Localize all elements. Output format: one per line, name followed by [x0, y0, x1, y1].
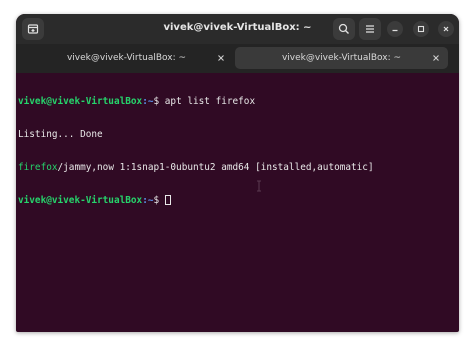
- tab-close-button[interactable]: [430, 52, 442, 64]
- close-button[interactable]: [438, 21, 454, 37]
- prompt-symbol: $: [153, 96, 165, 107]
- prompt-line: vivek@vivek-VirtualBox:~$: [18, 195, 456, 206]
- menu-button[interactable]: [359, 18, 381, 40]
- tab-2[interactable]: vivek@vivek-VirtualBox: ~: [235, 47, 448, 69]
- prompt-path: :~: [142, 195, 154, 206]
- prompt-user: vivek@vivek-VirtualBox: [18, 195, 143, 206]
- package-line: firefox/jammy,now 1:1snap1-0ubuntu2 amd6…: [18, 162, 456, 173]
- close-icon: [443, 26, 449, 32]
- text-cursor: [164, 195, 171, 205]
- tab-1[interactable]: vivek@vivek-VirtualBox: ~: [20, 47, 233, 69]
- new-tab-icon: [27, 24, 39, 34]
- ibeam-cursor-icon: [257, 180, 261, 192]
- maximize-icon: [417, 25, 425, 33]
- minimize-icon: [392, 29, 398, 32]
- output-line: Listing... Done: [18, 129, 456, 140]
- prompt-symbol: $: [153, 195, 165, 206]
- package-name: firefox: [18, 162, 58, 173]
- command-text: apt list firefox: [164, 96, 256, 107]
- close-icon: [218, 55, 224, 61]
- terminal-window: vivek@vivek-VirtualBox: ~ vivek@vivek-Vi…: [16, 14, 459, 332]
- search-button[interactable]: [333, 18, 355, 40]
- command-line: vivek@vivek-VirtualBox:~$ apt list firef…: [18, 96, 456, 107]
- hamburger-menu-icon: [366, 25, 374, 33]
- minimize-button[interactable]: [387, 21, 403, 37]
- tab-label: vivek@vivek-VirtualBox: ~: [281, 53, 402, 63]
- new-tab-button[interactable]: [22, 18, 44, 40]
- tab-close-button[interactable]: [215, 52, 227, 64]
- headerbar: vivek@vivek-VirtualBox: ~: [16, 14, 459, 44]
- maximize-button[interactable]: [413, 21, 429, 37]
- package-details: /jammy,now 1:1snap1-0ubuntu2 amd64 [inst…: [57, 162, 374, 173]
- prompt-user: vivek@vivek-VirtualBox: [18, 96, 143, 107]
- prompt-path: :~: [142, 96, 154, 107]
- tab-bar: vivek@vivek-VirtualBox: ~ vivek@vivek-Vi…: [16, 44, 459, 73]
- output-text: Listing... Done: [18, 129, 103, 140]
- close-icon: [433, 55, 439, 61]
- tab-label: vivek@vivek-VirtualBox: ~: [66, 53, 187, 63]
- search-icon: [338, 23, 349, 34]
- terminal-output[interactable]: vivek@vivek-VirtualBox:~$ apt list firef…: [18, 74, 456, 330]
